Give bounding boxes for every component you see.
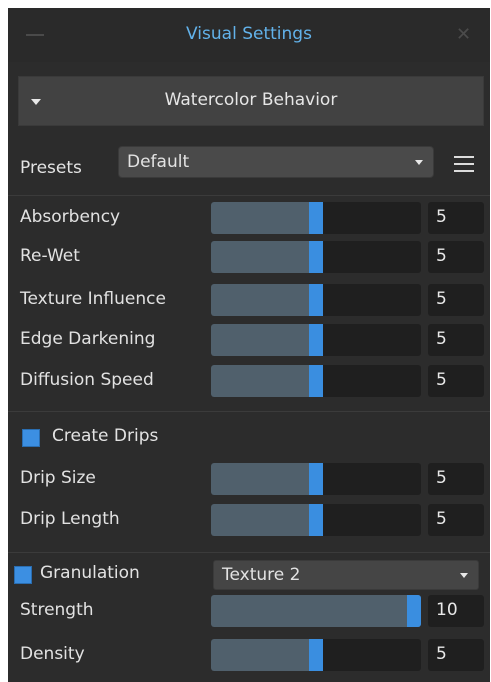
edge-darkening-value: 5: [436, 329, 447, 349]
section-header-watercolor-behavior[interactable]: Watercolor Behavior: [18, 76, 484, 126]
diffusion-speed-slider[interactable]: [211, 365, 421, 397]
strength-label: Strength: [20, 600, 94, 620]
window-title: Visual Settings: [186, 24, 312, 44]
drip-size-slider[interactable]: [211, 463, 421, 495]
drip-length-slider[interactable]: [211, 504, 421, 536]
slider-thumb[interactable]: [309, 202, 323, 234]
absorbency-value: 5: [436, 207, 447, 227]
edge-darkening-value-field[interactable]: 5: [428, 324, 484, 356]
strength-slider[interactable]: [211, 595, 421, 627]
menu-icon[interactable]: [454, 156, 474, 172]
drip-size-value-field[interactable]: 5: [428, 463, 484, 495]
create-drips-checkbox[interactable]: [22, 429, 40, 447]
texture-influence-value-field[interactable]: 5: [428, 284, 484, 316]
chevron-down-icon: [460, 573, 468, 578]
strength-value: 10: [436, 600, 458, 620]
visual-settings-panel: Visual Settings ✕ Watercolor Behavior Pr…: [8, 8, 490, 682]
diffusion-speed-label: Diffusion Speed: [20, 370, 154, 390]
divider: [8, 411, 490, 412]
slider-thumb[interactable]: [309, 504, 323, 536]
diffusion-speed-value-field[interactable]: 5: [428, 365, 484, 397]
divider: [8, 552, 490, 553]
density-slider[interactable]: [211, 639, 421, 671]
slider-thumb[interactable]: [407, 595, 421, 627]
slider-thumb[interactable]: [309, 324, 323, 356]
re-wet-value-field[interactable]: 5: [428, 241, 484, 273]
slider-thumb[interactable]: [309, 241, 323, 273]
texture-influence-value: 5: [436, 289, 447, 309]
slider-thumb[interactable]: [309, 284, 323, 316]
drip-size-label: Drip Size: [20, 468, 96, 488]
drip-size-value: 5: [436, 468, 447, 488]
chevron-down-icon: [415, 160, 423, 165]
close-icon[interactable]: ✕: [456, 24, 471, 45]
drip-length-value-field[interactable]: 5: [428, 504, 484, 536]
texture-influence-slider[interactable]: [211, 284, 421, 316]
granulation-texture-dropdown[interactable]: Texture 2: [213, 560, 479, 590]
create-drips-label: Create Drips: [52, 426, 159, 446]
section-title: Watercolor Behavior: [164, 90, 338, 110]
re-wet-value: 5: [436, 246, 447, 266]
presets-label: Presets: [20, 158, 82, 178]
texture-influence-label: Texture Influence: [20, 289, 166, 309]
strength-value-field[interactable]: 10: [428, 595, 484, 627]
density-value-field[interactable]: 5: [428, 639, 484, 671]
edge-darkening-label: Edge Darkening: [20, 329, 156, 349]
granulation-checkbox[interactable]: [14, 566, 32, 584]
absorbency-slider[interactable]: [211, 202, 421, 234]
edge-darkening-slider[interactable]: [211, 324, 421, 356]
drip-length-label: Drip Length: [20, 509, 120, 529]
density-label: Density: [20, 644, 85, 664]
granulation-texture-value: Texture 2: [222, 565, 301, 585]
re-wet-slider[interactable]: [211, 241, 421, 273]
title-bar[interactable]: Visual Settings ✕: [8, 8, 490, 62]
re-wet-label: Re-Wet: [20, 246, 80, 266]
absorbency-value-field[interactable]: 5: [428, 202, 484, 234]
slider-thumb[interactable]: [309, 365, 323, 397]
presets-value: Default: [127, 152, 190, 172]
slider-thumb[interactable]: [309, 639, 323, 671]
granulation-label: Granulation: [40, 563, 140, 583]
absorbency-label: Absorbency: [20, 207, 121, 227]
drip-length-value: 5: [436, 509, 447, 529]
presets-dropdown[interactable]: Default: [118, 146, 434, 178]
slider-thumb[interactable]: [309, 463, 323, 495]
divider: [8, 195, 490, 196]
diffusion-speed-value: 5: [436, 370, 447, 390]
density-value: 5: [436, 644, 447, 664]
